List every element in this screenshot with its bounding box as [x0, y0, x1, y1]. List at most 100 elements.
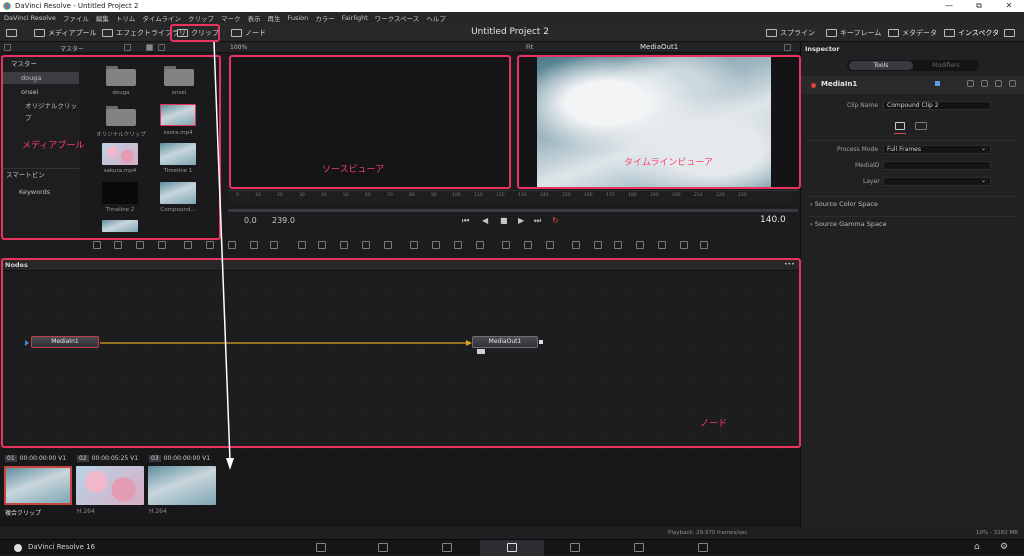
viewer-options-icon[interactable] — [784, 44, 791, 51]
light-3d-icon[interactable] — [680, 241, 688, 249]
channel-tool-icon[interactable] — [362, 241, 370, 249]
metadata-button[interactable]: メタデータ — [888, 26, 937, 39]
menu-timeline[interactable]: タイムライン — [142, 13, 181, 23]
menu-fairlight[interactable]: Fairlight — [342, 14, 368, 22]
image-plane-icon[interactable] — [700, 241, 708, 249]
rect-mask-icon[interactable] — [410, 241, 418, 249]
node-enable-icon[interactable] — [811, 83, 816, 88]
inspector-button[interactable]: インスペクタ — [944, 26, 999, 39]
ellipse-mask-icon[interactable] — [432, 241, 440, 249]
drop-tool-icon[interactable] — [270, 241, 278, 249]
node-lock-icon[interactable] — [995, 80, 1002, 87]
inspector-icon — [944, 28, 955, 37]
ruler-tick: 230 — [738, 193, 747, 198]
text-3d-icon[interactable] — [594, 241, 602, 249]
list-mode-icon[interactable] — [158, 44, 165, 51]
skip-to-end-button[interactable]: ⏭ — [534, 216, 541, 226]
settings-tab-icon[interactable] — [915, 122, 927, 130]
media-id-field[interactable] — [883, 161, 991, 170]
shape-3d-icon[interactable] — [572, 241, 580, 249]
menu-mark[interactable]: マーク — [221, 13, 241, 23]
tab-modifiers[interactable]: Modifiers — [915, 61, 977, 70]
menu-file[interactable]: ファイル — [63, 13, 89, 23]
merge-3d-icon[interactable] — [614, 241, 622, 249]
source-color-space-section[interactable]: › Source Color Space — [806, 196, 1018, 210]
minimize-button[interactable]: — — [934, 0, 964, 12]
menu-view[interactable]: 表示 — [247, 13, 260, 23]
sort-icon[interactable] — [124, 44, 131, 51]
scrub-bar[interactable] — [228, 209, 798, 212]
menu-fusion[interactable]: Fusion — [287, 14, 308, 22]
menu-color[interactable]: カラー — [315, 13, 335, 23]
node-color-icon[interactable] — [935, 81, 940, 86]
clip-name-field[interactable]: Compound Clip 2 — [883, 101, 991, 110]
text-tool-icon[interactable] — [136, 241, 144, 249]
app-version: DaVinci Resolve 16 — [28, 543, 96, 551]
page-color-icon[interactable] — [570, 543, 580, 552]
menu-playback[interactable]: 再生 — [267, 13, 280, 23]
keyframes-label: キーフレーム — [840, 28, 882, 37]
process-mode-select[interactable]: Full Frames ⌄ — [883, 145, 991, 154]
planar-tool-icon[interactable] — [524, 241, 532, 249]
camera-3d-icon[interactable] — [636, 241, 644, 249]
process-mode-label: Process Mode — [837, 146, 879, 153]
node-pin-icon[interactable] — [981, 80, 988, 87]
process-mode-value: Full Frames — [887, 146, 921, 153]
panel-toggle-button[interactable] — [6, 26, 20, 39]
page-fusion-icon[interactable] — [507, 543, 517, 552]
loop-button[interactable]: ↻ — [552, 216, 559, 225]
time-ruler[interactable]: 0 10 20 30 40 50 60 70 80 90 100 110 120… — [228, 190, 798, 204]
layer-select[interactable]: ⌄ — [883, 177, 991, 186]
page-cut-icon[interactable] — [378, 543, 388, 552]
render-3d-icon[interactable] — [658, 241, 666, 249]
resize-tool-icon[interactable] — [384, 241, 392, 249]
matte-tool-icon[interactable] — [340, 241, 348, 249]
sun-tool-icon[interactable] — [250, 241, 258, 249]
menu-workspace[interactable]: ワークスペース — [375, 13, 420, 23]
spline-button[interactable]: スプライン — [766, 26, 815, 39]
fullscreen-button[interactable] — [1004, 26, 1018, 39]
menu-trim[interactable]: トリム — [116, 13, 136, 23]
process-mode-chevron-icon: ⌄ — [980, 145, 986, 152]
source-gamma-space-section[interactable]: › Source Gamma Space — [806, 216, 1018, 230]
page-deliver-icon[interactable] — [698, 543, 708, 552]
background-tool-icon[interactable] — [93, 241, 101, 249]
home-icon[interactable]: ⌂ — [974, 542, 980, 552]
brush-tool-icon[interactable] — [158, 241, 166, 249]
warp-tool-icon[interactable] — [546, 241, 554, 249]
stop-button[interactable]: ■ — [500, 216, 508, 225]
image-tab-icon[interactable] — [895, 122, 905, 130]
ruler-tick: 150 — [562, 193, 571, 198]
settings-icon[interactable]: ⚙ — [1000, 542, 1008, 552]
tracker-tool-icon[interactable] — [502, 241, 510, 249]
polygon-mask-icon[interactable] — [454, 241, 462, 249]
menu-davinci[interactable]: DaVinci Resolve — [4, 14, 56, 22]
play-button[interactable]: ▶ — [518, 216, 524, 225]
particle-tool-icon[interactable] — [184, 241, 192, 249]
keyframes-button[interactable]: キーフレーム — [826, 26, 881, 39]
grid-view-icon[interactable] — [146, 44, 153, 51]
page-media-icon[interactable] — [316, 543, 326, 552]
clip-thumb-compound-selected[interactable] — [4, 466, 72, 505]
menu-clip[interactable]: クリップ — [188, 13, 214, 23]
nodes-button[interactable]: ノード — [231, 26, 266, 39]
page-edit-icon[interactable] — [442, 543, 452, 552]
tab-tools[interactable]: Tools — [849, 61, 913, 70]
play-reverse-button[interactable]: ◀ — [482, 216, 488, 225]
list-view-icon[interactable] — [4, 44, 11, 51]
media-pool-button[interactable]: メディアプール — [34, 26, 97, 39]
merge-tool-icon[interactable] — [298, 241, 306, 249]
paint-tool-icon[interactable] — [114, 241, 122, 249]
timeline-fit-select[interactable]: Fit — [526, 44, 533, 51]
menu-help[interactable]: ヘルプ — [426, 13, 446, 23]
menu-edit[interactable]: 編集 — [96, 13, 109, 23]
close-button[interactable]: ✕ — [994, 0, 1024, 12]
bspline-mask-icon[interactable] — [476, 241, 484, 249]
maximize-button[interactable]: ⧉ — [964, 0, 994, 12]
node-reset-icon[interactable] — [1009, 80, 1016, 87]
transform-tool-icon[interactable] — [318, 241, 326, 249]
node-version-icon[interactable] — [967, 80, 974, 87]
page-fairlight-icon[interactable] — [634, 543, 644, 552]
clip-thumb-sakura-strip[interactable] — [76, 466, 144, 505]
skip-to-start-button[interactable]: ⏮ — [462, 216, 469, 226]
